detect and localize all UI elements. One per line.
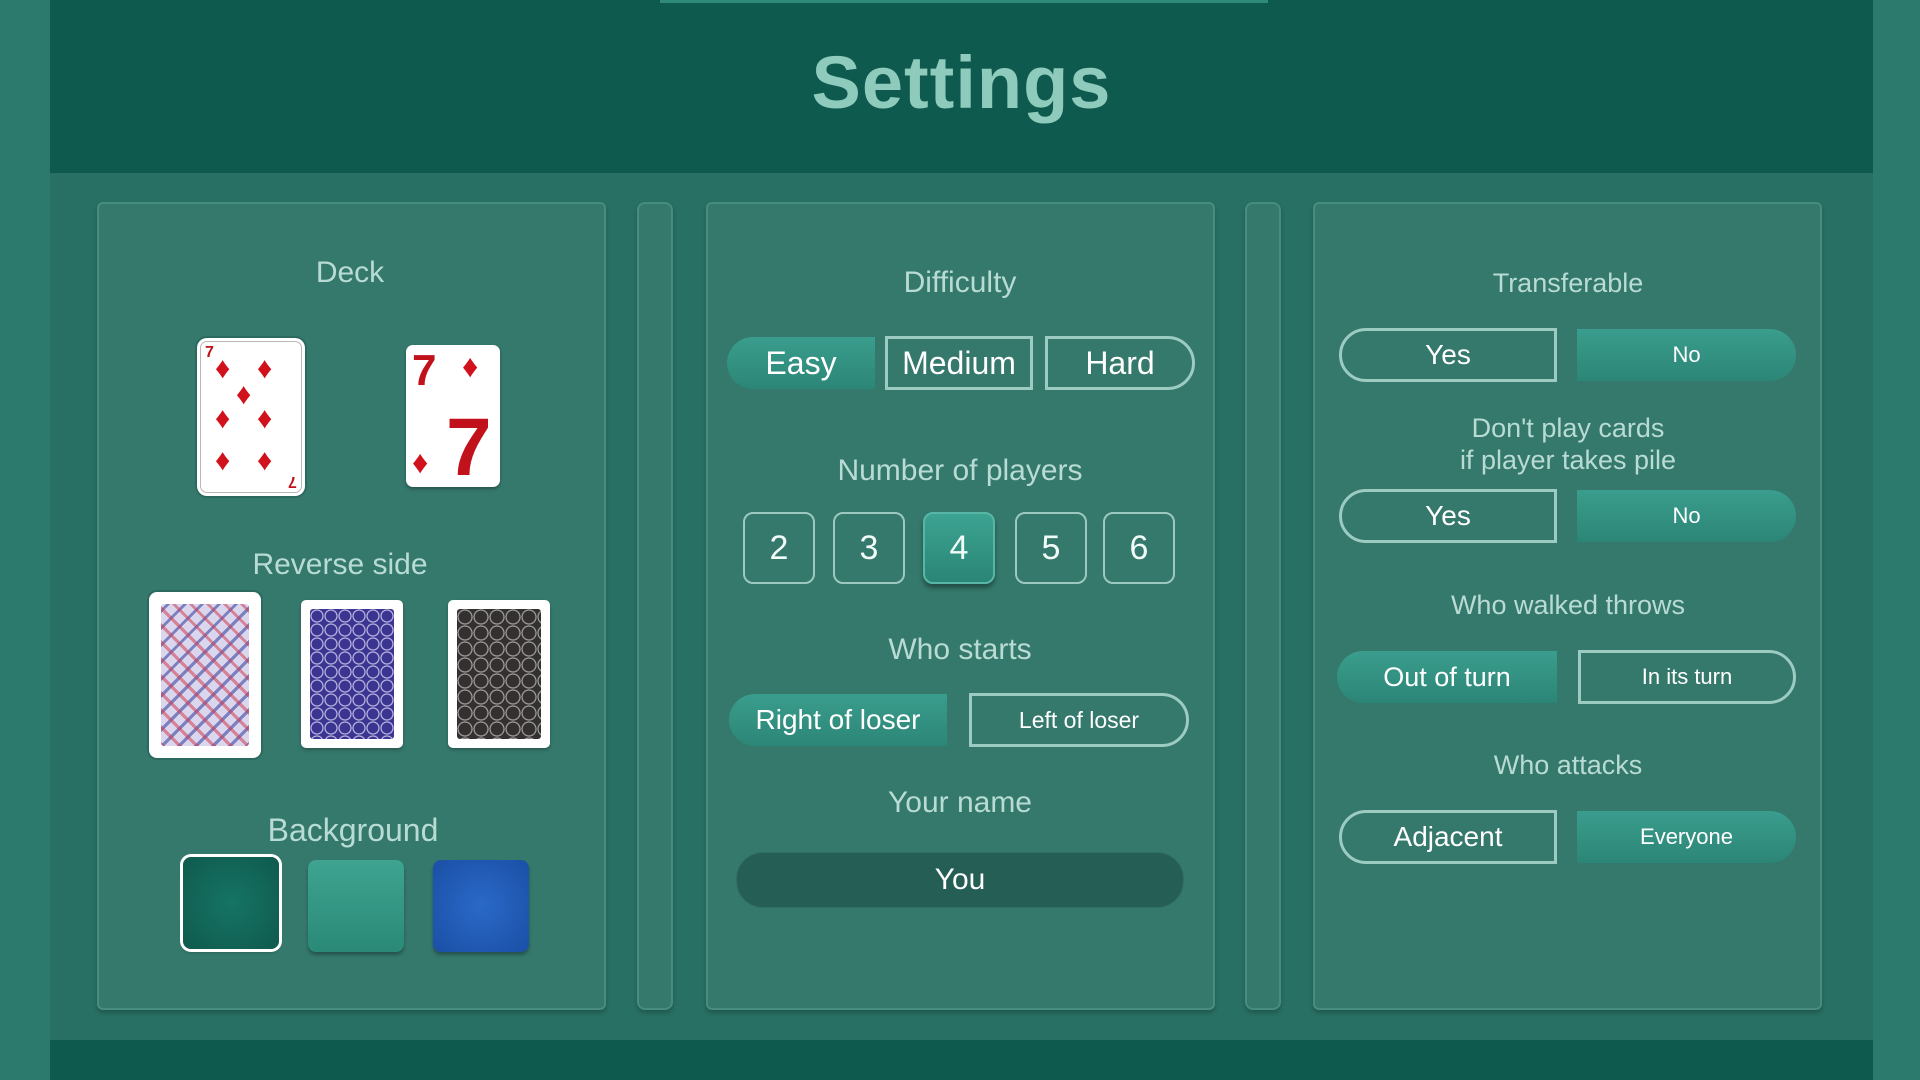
who-attacks-adjacent-label: Adjacent <box>1393 821 1503 852</box>
difficulty-label: Difficulty <box>903 266 1017 299</box>
reverse-side-label: Reverse side <box>252 548 428 581</box>
card-rank-bottom: 7 <box>288 473 297 490</box>
dark-pattern <box>457 609 541 739</box>
your-name-input[interactable]: You <box>736 852 1184 908</box>
header-bar: Settings <box>50 0 1873 173</box>
transferable-yes-label: Yes <box>1425 339 1471 370</box>
difficulty-hard-button[interactable]: Hard <box>1045 336 1195 390</box>
who-walked-in-its-turn-button[interactable]: In its turn <box>1578 650 1796 704</box>
footer-bar <box>50 1040 1873 1080</box>
difficulty-medium-label: Medium <box>902 345 1016 381</box>
page-title: Settings <box>811 41 1112 124</box>
deck-option-classic[interactable]: 7 ♦ ♦ ♦ ♦ ♦ ♦ ♦ 7 <box>200 341 302 493</box>
diamond-icon: ♦ <box>257 352 273 385</box>
background-option-blue[interactable] <box>433 860 529 952</box>
transferable-no-button[interactable]: No <box>1577 329 1796 381</box>
difficulty-hard-label: Hard <box>1085 345 1155 381</box>
players-option-2[interactable]: 2 <box>743 512 815 584</box>
who-walked-label: Who walked throws <box>1450 590 1686 620</box>
background-label: Background <box>267 812 439 848</box>
dont-play-label-line1: Don't play cards <box>1471 413 1665 443</box>
who-attacks-everyone-label: Everyone <box>1640 824 1733 849</box>
panel-divider-left <box>637 202 673 1010</box>
who-attacks-label: Who attacks <box>1493 750 1643 780</box>
players-label: Number of players <box>837 454 1083 487</box>
panel-divider-right <box>1245 202 1281 1010</box>
card-rank-large: 7 <box>446 402 492 493</box>
dont-play-no-label: No <box>1672 503 1701 528</box>
diamond-icon: ♦ <box>257 402 273 435</box>
card-rank-top: 7 <box>412 346 437 395</box>
dont-play-yes-label: Yes <box>1425 500 1471 531</box>
players-option-6[interactable]: 6 <box>1103 512 1175 584</box>
transferable-yes-button[interactable]: Yes <box>1339 328 1557 382</box>
who-attacks-everyone-button[interactable]: Everyone <box>1577 811 1796 863</box>
plaid-pattern <box>161 604 249 746</box>
difficulty-easy-label: Easy <box>765 345 837 381</box>
who-starts-right-button[interactable]: Right of loser <box>729 694 947 746</box>
difficulty-medium-button[interactable]: Medium <box>885 336 1033 390</box>
players-option-4[interactable]: 4 <box>923 512 995 584</box>
reverse-option-blue[interactable] <box>301 600 403 748</box>
who-walked-in-its-turn-label: In its turn <box>1641 664 1733 689</box>
card-rank-top: 7 <box>205 344 214 361</box>
background-option-teal[interactable] <box>308 860 404 952</box>
players-option-3[interactable]: 3 <box>833 512 905 584</box>
diamond-icon: ♦ <box>215 352 231 385</box>
your-name-label: Your name <box>888 786 1032 819</box>
diamond-icon: ♦ <box>462 348 479 384</box>
background-option-dark-green[interactable] <box>183 857 279 949</box>
deck-label: Deck <box>315 256 385 289</box>
deck-option-large-index[interactable]: 7 ♦ ♦ 7 <box>406 345 500 493</box>
who-attacks-adjacent-button[interactable]: Adjacent <box>1339 810 1557 864</box>
reverse-option-plaid[interactable] <box>152 595 258 755</box>
players-option-5[interactable]: 5 <box>1015 512 1087 584</box>
transferable-label: Transferable <box>1492 268 1644 298</box>
header-accent-line <box>660 0 1268 3</box>
diamond-icon: ♦ <box>412 444 429 480</box>
who-starts-label: Who starts <box>888 633 1032 666</box>
who-starts-left-label: Left of loser <box>1018 707 1140 733</box>
who-walked-out-of-turn-button[interactable]: Out of turn <box>1337 651 1557 703</box>
reverse-option-dark[interactable] <box>448 600 550 748</box>
who-starts-right-label: Right of loser <box>755 704 921 735</box>
transferable-no-label: No <box>1672 342 1701 367</box>
who-starts-left-button[interactable]: Left of loser <box>969 693 1189 747</box>
diamond-icon: ♦ <box>215 402 231 435</box>
diamond-icon: ♦ <box>257 444 273 477</box>
diamond-icon: ♦ <box>236 378 252 411</box>
difficulty-easy-button[interactable]: Easy <box>727 337 875 389</box>
dont-play-no-button[interactable]: No <box>1577 490 1796 542</box>
dont-play-yes-button[interactable]: Yes <box>1339 489 1557 543</box>
diamond-icon: ♦ <box>215 444 231 477</box>
blue-pattern <box>310 609 394 739</box>
dont-play-label-line2: if player takes pile <box>1459 445 1677 475</box>
who-walked-out-of-turn-label: Out of turn <box>1383 662 1511 692</box>
